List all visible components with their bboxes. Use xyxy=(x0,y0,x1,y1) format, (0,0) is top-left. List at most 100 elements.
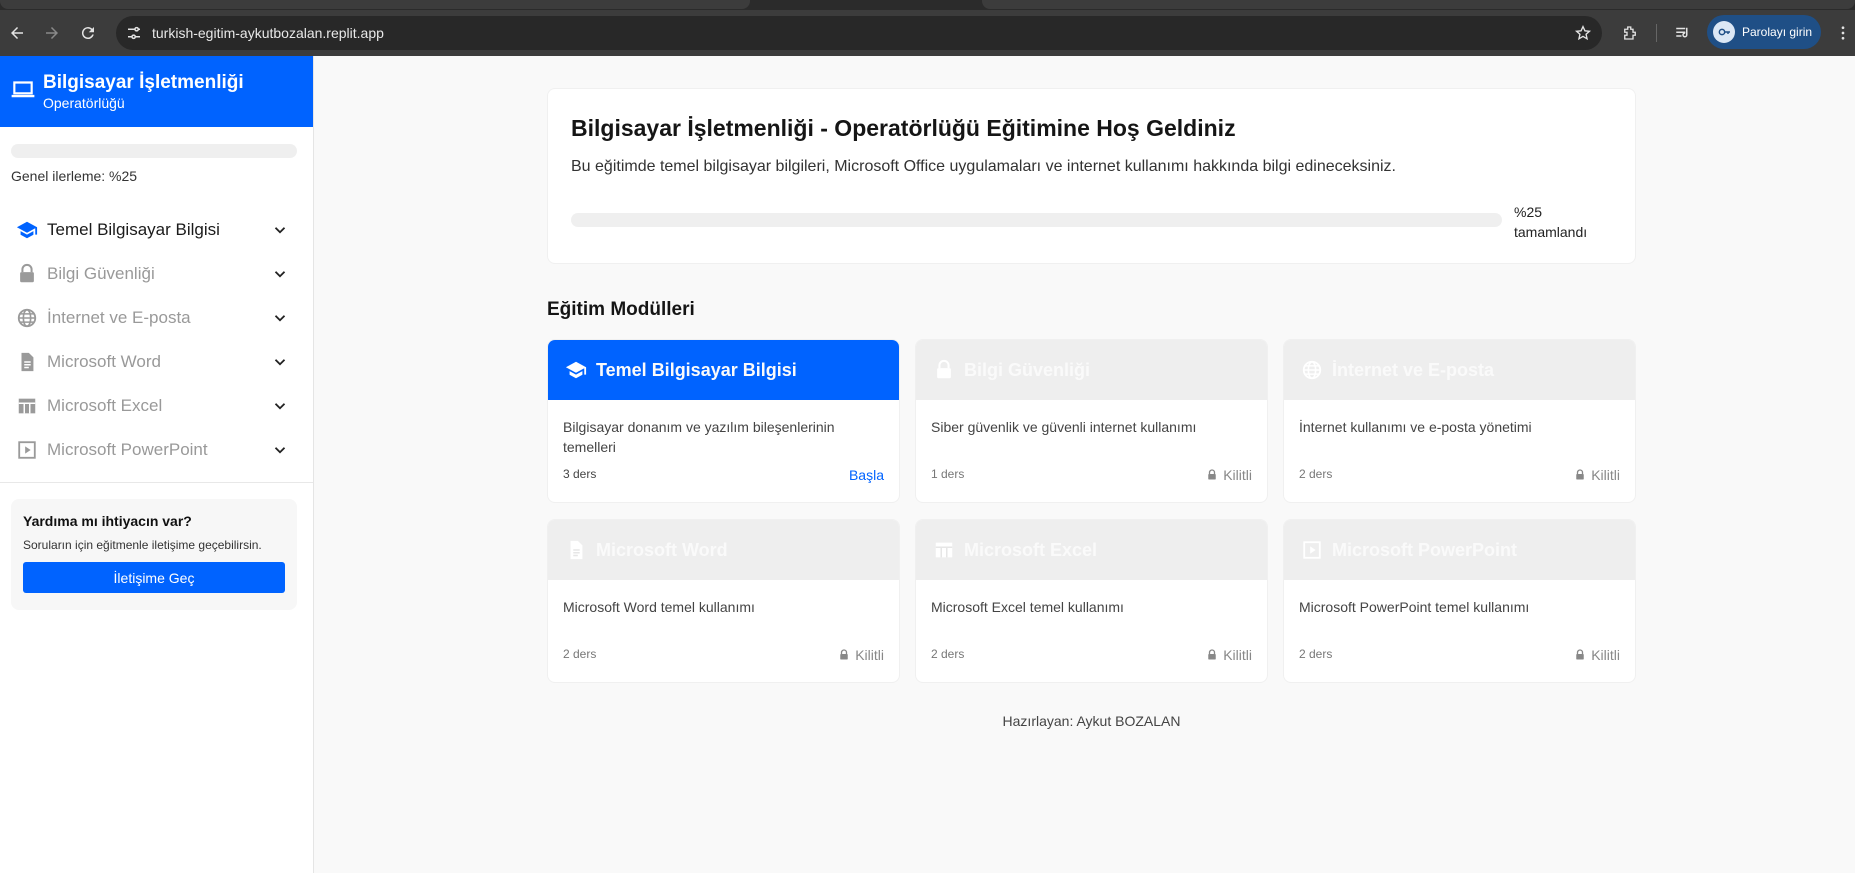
overall-progress-label: Genel ilerleme: %25 xyxy=(11,168,138,184)
module-card-title: Microsoft Word xyxy=(596,539,728,560)
start-link-label: Başla xyxy=(848,467,884,483)
welcome-card: Bilgisayar İşletmenliği - Operatörlüğü E… xyxy=(547,88,1636,264)
module-lesson-count: 1 ders xyxy=(931,467,965,481)
chevron-down-icon[interactable] xyxy=(271,221,289,239)
sidebar-item-label: Microsoft Word xyxy=(47,352,161,371)
lock-icon xyxy=(16,263,38,285)
play-box-icon xyxy=(1301,539,1323,561)
brand-subtitle: Operatörlüğü xyxy=(43,95,125,111)
sidebar-item-bilgi-guvenligi[interactable]: Bilgi Güvenliği xyxy=(0,252,313,296)
module-lesson-count: 2 ders xyxy=(931,647,965,661)
lock-icon xyxy=(1208,469,1216,480)
password-chip-label: Parolayı girin xyxy=(1742,25,1813,39)
module-card-title: Temel Bilgisayar Bilgisi xyxy=(596,359,797,380)
modules-section-title: Eğitim Modülleri xyxy=(547,299,695,320)
sidebar-divider xyxy=(0,482,313,483)
url-text[interactable]: turkish-egitim-aykutbozalan.replit.app xyxy=(152,25,384,41)
module-card-internet-eposta: İnternet ve E-posta İnternet kullanımı v… xyxy=(1283,339,1636,503)
module-card-title: İnternet ve E-posta xyxy=(1332,359,1495,380)
chevron-down-icon[interactable] xyxy=(271,265,289,283)
footer-credit: Hazırlayan: Aykut BOZALAN xyxy=(1002,713,1181,729)
module-card-description: Siber güvenlik ve güvenli internet kulla… xyxy=(931,419,1197,435)
brand-header[interactable]: Bilgisayar İşletmenliği Operatörlüğü xyxy=(0,56,313,127)
module-lesson-count: 2 ders xyxy=(563,647,597,661)
browser-tab[interactable] xyxy=(0,0,750,9)
locked-status-label: Kilitli xyxy=(1223,467,1252,483)
document-icon xyxy=(565,539,587,561)
main-content: Bilgisayar İşletmenliği - Operatörlüğü E… xyxy=(315,56,1855,873)
module-card-microsoft-excel: Microsoft Excel Microsoft Excel temel ku… xyxy=(915,519,1268,683)
document-icon xyxy=(16,351,38,373)
chevron-down-icon[interactable] xyxy=(271,397,289,415)
module-card-header: Microsoft Excel xyxy=(916,520,1267,580)
reload-icon[interactable] xyxy=(77,22,99,44)
media-queue-icon[interactable] xyxy=(1672,22,1694,44)
module-card-temel-bilgisayar[interactable]: Temel Bilgisayar Bilgisi Bilgisayar dona… xyxy=(547,339,900,503)
graduation-cap-icon xyxy=(565,359,587,381)
module-card-header: Microsoft PowerPoint xyxy=(1284,520,1635,580)
sidebar-item-temel-bilgisayar[interactable]: Temel Bilgisayar Bilgisi xyxy=(0,208,313,252)
sidebar-item-label: İnternet ve E-posta xyxy=(47,308,191,327)
locked-status: Kilitli xyxy=(1206,467,1252,483)
module-nav: Temel Bilgisayar Bilgisi Bilgi Güvenliği… xyxy=(0,208,313,472)
contact-button[interactable]: İletişime Geç xyxy=(23,562,285,593)
course-progress-word: tamamlandı xyxy=(1514,224,1588,240)
locked-status: Kilitli xyxy=(1574,647,1620,663)
module-card-microsoft-powerpoint: Microsoft PowerPoint Microsoft PowerPoin… xyxy=(1283,519,1636,683)
course-progress-bar xyxy=(571,213,1502,227)
extensions-icon[interactable] xyxy=(1619,22,1641,44)
table-icon xyxy=(16,395,38,417)
browser-toolbar: turkish-egitim-aykutbozalan.replit.app P… xyxy=(0,10,1855,56)
welcome-description: Bu eğitimde temel bilgisayar bilgileri, … xyxy=(571,158,1396,175)
overall-progress-bar xyxy=(11,144,297,158)
browser-tabstrip xyxy=(0,0,1855,10)
menu-kebab-icon[interactable] xyxy=(1832,22,1854,44)
help-box: Yardıma mı ihtiyacın var? Soruların için… xyxy=(11,499,297,610)
sidebar-item-label: Microsoft Excel xyxy=(47,396,163,415)
locked-status-label: Kilitli xyxy=(1591,467,1620,483)
forward-icon[interactable] xyxy=(41,22,63,44)
bookmark-star-icon[interactable] xyxy=(1574,24,1592,42)
chevron-down-icon[interactable] xyxy=(271,441,289,459)
site-settings-icon[interactable] xyxy=(125,24,143,42)
module-card-description: Bilgisayar donanım ve yazılım bileşenler… xyxy=(563,419,835,455)
course-progress-percent: %25 xyxy=(1514,204,1543,220)
sidebar-item-microsoft-powerpoint[interactable]: Microsoft PowerPoint xyxy=(0,428,313,472)
chevron-down-icon[interactable] xyxy=(271,353,289,371)
chevron-down-icon[interactable] xyxy=(271,309,289,327)
locked-status-label: Kilitli xyxy=(1223,647,1252,663)
module-card-description: Microsoft Word temel kullanımı xyxy=(563,599,755,615)
graduation-cap-icon xyxy=(16,219,38,241)
lock-icon xyxy=(840,649,848,660)
laptop-icon xyxy=(11,81,35,98)
module-lesson-count: 2 ders xyxy=(1299,467,1333,481)
start-link[interactable]: Başla xyxy=(849,467,884,483)
browser-tab[interactable] xyxy=(982,0,1855,9)
lock-icon xyxy=(1576,469,1584,480)
module-card-bilgi-guvenligi: Bilgi Güvenliği Siber güvenlik ve güvenl… xyxy=(915,339,1268,503)
sidebar-item-label: Bilgi Güvenliği xyxy=(47,264,155,283)
sidebar-item-microsoft-word[interactable]: Microsoft Word xyxy=(0,340,313,384)
module-lesson-count: 3 ders xyxy=(563,467,597,481)
module-card-title: Bilgi Güvenliği xyxy=(964,359,1091,380)
address-bar[interactable]: turkish-egitim-aykutbozalan.replit.app xyxy=(116,16,1602,50)
module-card-description: Microsoft PowerPoint temel kullanımı xyxy=(1299,599,1530,615)
module-card-header: İnternet ve E-posta xyxy=(1284,340,1635,400)
module-lesson-count: 2 ders xyxy=(1299,647,1333,661)
module-card-description: İnternet kullanımı ve e-posta yönetimi xyxy=(1299,419,1532,435)
play-box-icon xyxy=(16,439,38,461)
toolbar-divider xyxy=(1656,24,1657,42)
brand-title: Bilgisayar İşletmenliği xyxy=(43,72,244,93)
module-card-header: Microsoft Word xyxy=(548,520,899,580)
page-title: Bilgisayar İşletmenliği - Operatörlüğü E… xyxy=(571,115,1236,141)
lock-icon xyxy=(1576,649,1584,660)
module-card-description: Microsoft Excel temel kullanımı xyxy=(931,599,1124,615)
key-icon xyxy=(1713,21,1735,43)
lock-icon xyxy=(1208,649,1216,660)
globe-icon xyxy=(1301,359,1323,381)
sidebar-item-microsoft-excel[interactable]: Microsoft Excel xyxy=(0,384,313,428)
locked-status: Kilitli xyxy=(1206,647,1252,663)
sidebar-item-internet-eposta[interactable]: İnternet ve E-posta xyxy=(0,296,313,340)
back-icon[interactable] xyxy=(6,22,28,44)
password-chip[interactable]: Parolayı girin xyxy=(1707,15,1821,49)
